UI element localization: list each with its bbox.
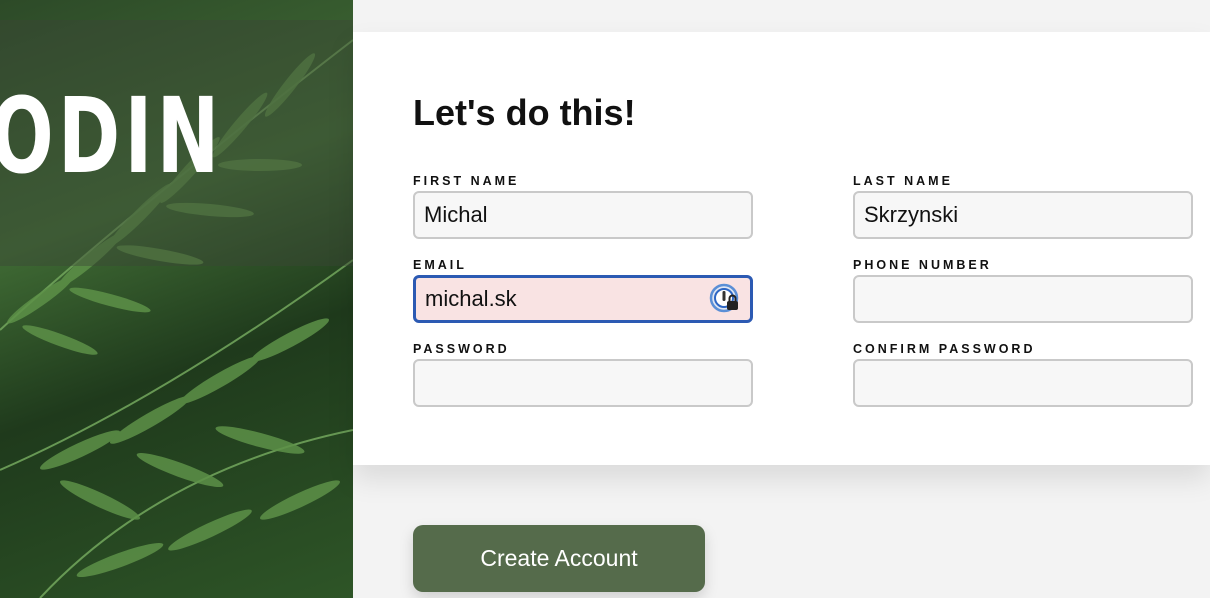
fern-background-image: ODIN (0, 0, 353, 598)
email-value: michal.sk (425, 286, 517, 311)
first-name-field: FIRST NAME Michal (413, 174, 753, 239)
last-name-field: LAST NAME Skrzynski (853, 174, 1193, 239)
password-manager-icon[interactable] (709, 283, 741, 315)
signup-section: Let's do this! FIRST NAME Michal LAST NA… (353, 0, 1210, 598)
create-account-button[interactable]: Create Account (413, 525, 705, 592)
odin-logo: ODIN (0, 75, 224, 197)
email-input[interactable]: michal.sk (413, 275, 753, 323)
signup-form-card: Let's do this! FIRST NAME Michal LAST NA… (353, 32, 1210, 465)
email-label: EMAIL (413, 258, 467, 272)
first-name-label: FIRST NAME (413, 174, 520, 188)
password-field: PASSWORD (413, 342, 753, 407)
first-name-input[interactable]: Michal (413, 191, 753, 239)
password-label: PASSWORD (413, 342, 510, 356)
phone-number-input[interactable] (853, 275, 1193, 323)
confirm-password-input[interactable] (853, 359, 1193, 407)
password-input[interactable] (413, 359, 753, 407)
first-name-value: Michal (424, 202, 488, 227)
last-name-input[interactable]: Skrzynski (853, 191, 1193, 239)
confirm-password-field: CONFIRM PASSWORD (853, 342, 1193, 407)
email-field: EMAIL michal.sk (413, 258, 753, 323)
confirm-password-label: CONFIRM PASSWORD (853, 342, 1036, 356)
form-heading: Let's do this! (413, 92, 636, 133)
phone-number-label: PHONE NUMBER (853, 258, 992, 272)
last-name-value: Skrzynski (864, 202, 959, 227)
phone-number-field: PHONE NUMBER (853, 258, 1193, 323)
last-name-label: LAST NAME (853, 174, 953, 188)
